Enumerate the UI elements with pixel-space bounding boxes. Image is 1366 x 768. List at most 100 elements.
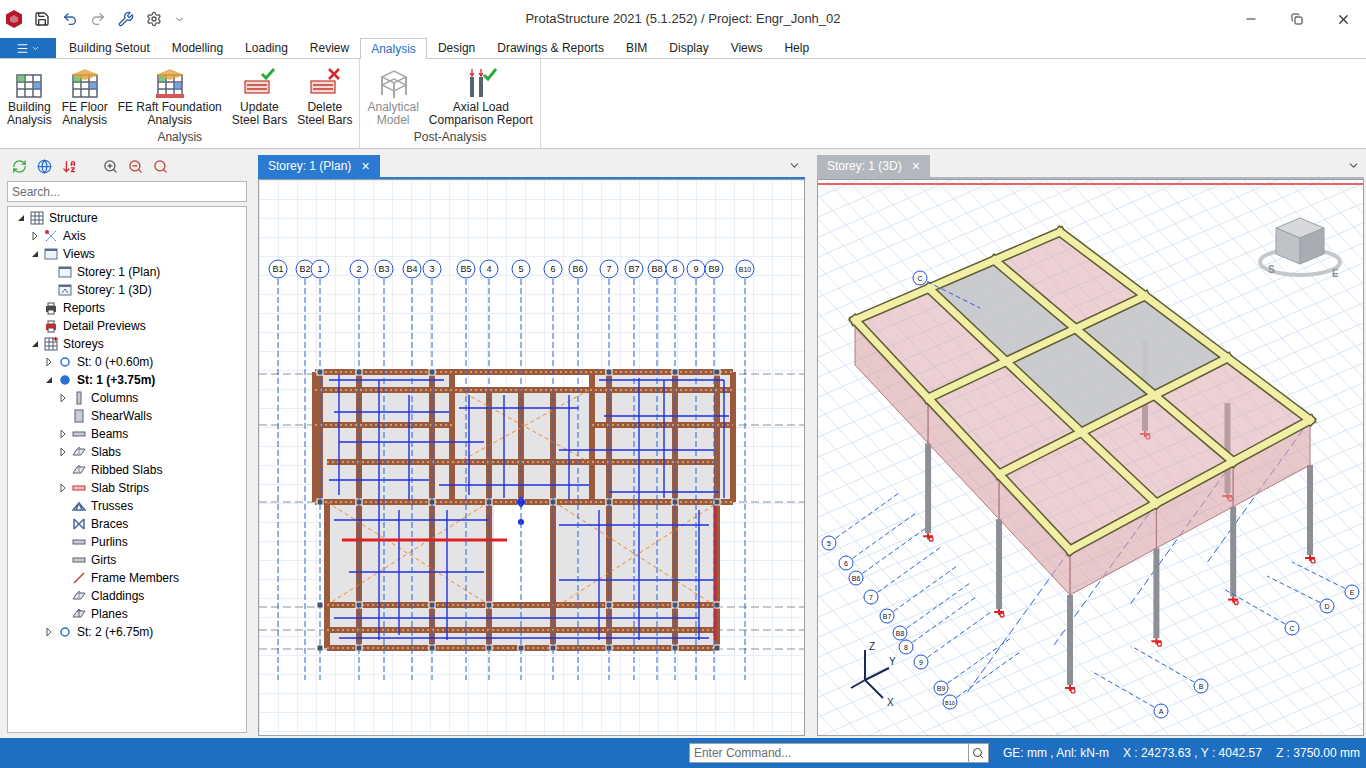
axis-bubble[interactable]: E [1292, 562, 1359, 599]
column[interactable] [714, 645, 720, 651]
axis-bubble[interactable]: 6 [544, 260, 562, 680]
axis-bubble[interactable]: 7 [864, 547, 941, 604]
refresh-icon[interactable] [12, 159, 27, 174]
collapse-arrow-icon[interactable] [42, 373, 56, 387]
column[interactable] [1305, 465, 1315, 563]
settings-icon[interactable] [146, 11, 162, 27]
tree-item[interactable]: Slabs [8, 443, 246, 461]
ribbon-tab[interactable]: Analysis [360, 38, 427, 59]
axis-bubble[interactable]: B4 [403, 260, 421, 680]
tree-item[interactable]: Claddings [8, 587, 246, 605]
redo-icon[interactable] [90, 11, 106, 27]
plan-drawing[interactable]: B1B212B3B43B5456B67B7B889B9B10 [259, 180, 804, 735]
view-tab[interactable]: Storey: 1 (3D)× [817, 155, 930, 177]
tree-item[interactable]: Reports [8, 299, 246, 317]
expand-arrow-icon[interactable] [42, 355, 56, 369]
tree-item[interactable]: St: 1 (+3.75m) [8, 371, 246, 389]
beam[interactable] [1070, 420, 1310, 550]
app-logo-icon[interactable] [6, 10, 22, 28]
axis-bubble[interactable]: 1 [311, 260, 329, 680]
ribbon-button[interactable]: FE FloorAnalysis [57, 67, 113, 127]
axis-bubble[interactable]: C [913, 271, 980, 308]
beam[interactable] [928, 296, 1145, 398]
find-icon[interactable] [153, 159, 168, 174]
explorer-search[interactable]: Search... [7, 181, 247, 202]
tree-item[interactable]: Storey: 1 (Plan) [8, 263, 246, 281]
tree-item[interactable]: Storey: 1 (3D) [8, 281, 246, 299]
tools-icon[interactable] [118, 11, 134, 27]
axis-bubble[interactable]: 9 [914, 612, 991, 669]
axis-bubble[interactable]: B3 [375, 260, 393, 680]
undo-icon[interactable] [62, 11, 78, 27]
axis-bubble[interactable]: D [1267, 576, 1334, 613]
axis-bubble[interactable]: B6 [569, 260, 587, 680]
ribbon-tab[interactable]: Display [658, 38, 719, 58]
ribbon-button[interactable]: UpdateSteel Bars [227, 67, 292, 127]
tree-item[interactable]: Frame Members [8, 569, 246, 587]
tree-item[interactable]: Columns [8, 389, 246, 407]
beam[interactable] [855, 232, 1060, 320]
ribbon-tab[interactable]: Help [773, 38, 820, 58]
globe-icon[interactable] [37, 159, 52, 174]
ribbon-tab[interactable]: Building Setout [58, 38, 161, 58]
collapse-arrow-icon[interactable] [14, 211, 28, 225]
tree-item[interactable]: Purlins [8, 533, 246, 551]
minimize-button[interactable] [1228, 0, 1274, 38]
restore-button[interactable] [1274, 0, 1320, 38]
zoom-out-icon[interactable] [128, 159, 143, 174]
ribbon-button[interactable]: Axial LoadComparison Report [424, 67, 538, 127]
tree-item[interactable]: St: 2 (+6.75m) [8, 623, 246, 641]
axis-bubble[interactable]: B6 [849, 528, 926, 585]
axis-bubble[interactable]: 3 [423, 260, 441, 680]
axis-bubble[interactable]: B [1131, 646, 1208, 693]
view-menu-icon[interactable] [1347, 159, 1360, 172]
axis-bubble[interactable]: 6 [839, 513, 916, 570]
tree-item[interactable]: Axis [8, 227, 246, 245]
quick-access-dropdown-icon[interactable] [174, 14, 185, 25]
axis-bubble[interactable]: B8 [648, 260, 666, 680]
ribbon-button[interactable]: AnalyticalModel [362, 67, 423, 127]
expand-arrow-icon[interactable] [56, 481, 70, 495]
expand-arrow-icon[interactable] [42, 625, 56, 639]
ribbon-tab[interactable]: Views [720, 38, 774, 58]
view-tab-close[interactable]: × [361, 159, 369, 173]
tree-item[interactable]: Structure [8, 209, 246, 227]
tree-item[interactable]: Slab Strips [8, 479, 246, 497]
close-button[interactable] [1320, 0, 1366, 38]
column[interactable] [1151, 548, 1161, 646]
column[interactable] [1065, 595, 1075, 693]
ribbon-tab[interactable]: Loading [234, 38, 299, 58]
tree-item[interactable]: Braces [8, 515, 246, 533]
axis-bubble[interactable]: 5 [822, 493, 899, 550]
axis-bubble[interactable]: B8 [893, 583, 970, 640]
axis-bubble[interactable]: B10 [943, 652, 1020, 709]
save-icon[interactable] [34, 11, 50, 27]
collapse-arrow-icon[interactable] [28, 337, 42, 351]
axis-bubble[interactable]: B7 [625, 260, 643, 680]
column[interactable] [714, 499, 720, 505]
tree-item[interactable]: Ribbed Slabs [8, 461, 246, 479]
column[interactable] [714, 602, 720, 608]
axis-bubble[interactable]: B9 [705, 260, 723, 680]
file-menu-button[interactable] [0, 38, 56, 58]
view-canvas[interactable]: 56B67B7B889B9B10CBADECSEZYX [817, 179, 1364, 736]
column[interactable] [994, 519, 1004, 617]
view-menu-icon[interactable] [788, 159, 801, 172]
beam[interactable] [855, 320, 1070, 550]
axis-bubble[interactable]: 9 [687, 260, 705, 680]
beam[interactable] [999, 358, 1227, 474]
axis-bubble[interactable]: B2 [296, 260, 314, 680]
column[interactable] [1228, 507, 1238, 605]
beam[interactable] [994, 260, 1233, 461]
ribbon-tab[interactable]: Modelling [161, 38, 234, 58]
tree-item[interactable]: Planes [8, 605, 246, 623]
expand-arrow-icon[interactable] [56, 391, 70, 405]
axis-bubble[interactable]: 8 [899, 597, 976, 654]
view-cube[interactable]: SE [1260, 218, 1340, 279]
ribbon-button[interactable]: FE Raft FoundationAnalysis [113, 67, 227, 127]
floor-slab[interactable] [315, 372, 733, 648]
tree-item[interactable]: Detail Previews [8, 317, 246, 335]
ribbon-tab[interactable]: Drawings & Reports [486, 38, 615, 58]
collapse-arrow-icon[interactable] [28, 247, 42, 261]
3d-model-view[interactable]: 56B67B7B889B9B10CBADECSEZYX [818, 180, 1363, 735]
